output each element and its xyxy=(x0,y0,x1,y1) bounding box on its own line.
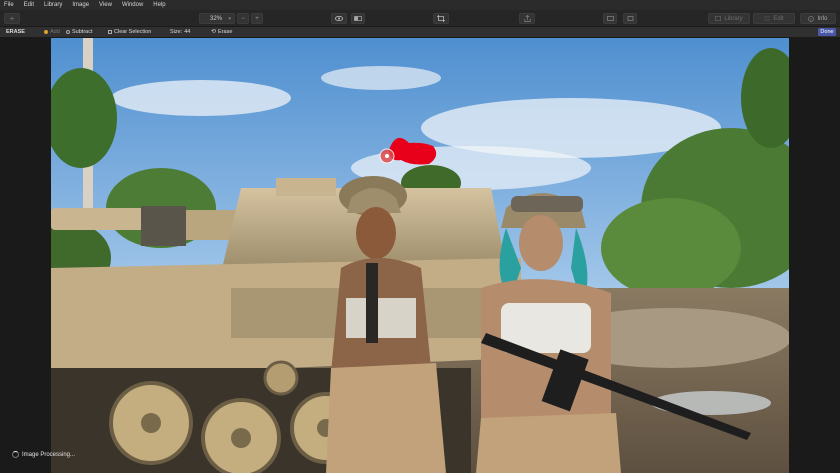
menu-edit[interactable]: Edit xyxy=(24,0,34,10)
clear-selection-label: Clear Selection xyxy=(114,29,152,35)
edit-label: Edit xyxy=(773,15,784,22)
menu-file[interactable]: File xyxy=(4,0,14,10)
share-icon xyxy=(523,15,531,22)
erase-icon: ⟲ xyxy=(211,29,217,35)
done-button[interactable]: Done xyxy=(818,28,836,36)
info-tab[interactable]: Info xyxy=(800,13,836,24)
filmstrip-icon xyxy=(627,16,633,21)
menu-window[interactable]: Window xyxy=(122,0,143,10)
library-tab[interactable]: Library xyxy=(708,13,750,24)
status-text: Image Processing... xyxy=(22,451,76,458)
grid-icon xyxy=(606,16,614,21)
zoom-in-button[interactable]: + xyxy=(251,13,263,24)
menu-bar: File Edit Library Image View Window Help xyxy=(0,0,840,10)
size-label: Size: xyxy=(170,29,183,35)
plus-icon: + xyxy=(9,14,15,23)
library-label: Library xyxy=(724,15,743,22)
tool-options-bar: ERASE Add Subtract Clear Selection Size:… xyxy=(0,27,840,37)
info-icon xyxy=(808,15,815,22)
processing-status: Image Processing... xyxy=(12,450,75,459)
compare-button[interactable] xyxy=(351,13,365,24)
chevron-down-icon: ▾ xyxy=(228,16,231,22)
share-button[interactable] xyxy=(519,13,535,24)
toolbar: + 32% ▾ − + Library Edit Info xyxy=(0,10,840,27)
crop-icon xyxy=(437,15,445,22)
compare-icon xyxy=(354,16,362,21)
tool-mode-label: ERASE xyxy=(6,27,25,37)
menu-image[interactable]: Image xyxy=(72,0,89,10)
tool-mode-text: ERASE xyxy=(6,29,25,35)
zoom-select[interactable]: 32% ▾ xyxy=(199,13,235,24)
add-label: Add xyxy=(50,29,60,35)
erase-button[interactable]: ⟲ Erase xyxy=(211,27,232,37)
add-button[interactable]: + xyxy=(4,13,20,24)
menu-help[interactable]: Help xyxy=(153,0,165,10)
grid-view-button[interactable] xyxy=(603,13,617,24)
edit-tab[interactable]: Edit xyxy=(753,13,795,24)
menu-library[interactable]: Library xyxy=(44,0,62,10)
zoom-out-button[interactable]: − xyxy=(237,13,249,24)
info-label: Info xyxy=(817,15,828,22)
single-view-button[interactable] xyxy=(623,13,637,24)
canvas-area[interactable] xyxy=(0,37,840,473)
library-icon xyxy=(715,16,722,21)
add-mode-button[interactable]: Add xyxy=(44,27,60,37)
spinner-icon xyxy=(12,451,19,458)
photo-image xyxy=(51,38,789,473)
minus-icon: − xyxy=(241,15,245,22)
size-value: 44 xyxy=(184,29,191,35)
add-dot-icon xyxy=(44,30,48,34)
menu-view[interactable]: View xyxy=(99,0,112,10)
photo-canvas[interactable] xyxy=(51,38,789,473)
clear-icon xyxy=(108,30,112,34)
subtract-label: Subtract xyxy=(72,29,93,35)
zoom-value: 32% xyxy=(210,15,223,22)
erase-label: Erase xyxy=(218,29,233,35)
subtract-mode-button[interactable]: Subtract xyxy=(66,27,92,37)
plus-icon: + xyxy=(255,15,259,22)
subtract-dot-icon xyxy=(66,30,70,34)
eye-icon xyxy=(335,16,343,21)
crop-button[interactable] xyxy=(433,13,449,24)
clear-selection-button[interactable]: Clear Selection xyxy=(108,27,151,37)
brush-size-control[interactable]: Size: 44 xyxy=(170,27,190,37)
preview-button[interactable] xyxy=(331,13,347,24)
sliders-icon xyxy=(764,16,771,21)
